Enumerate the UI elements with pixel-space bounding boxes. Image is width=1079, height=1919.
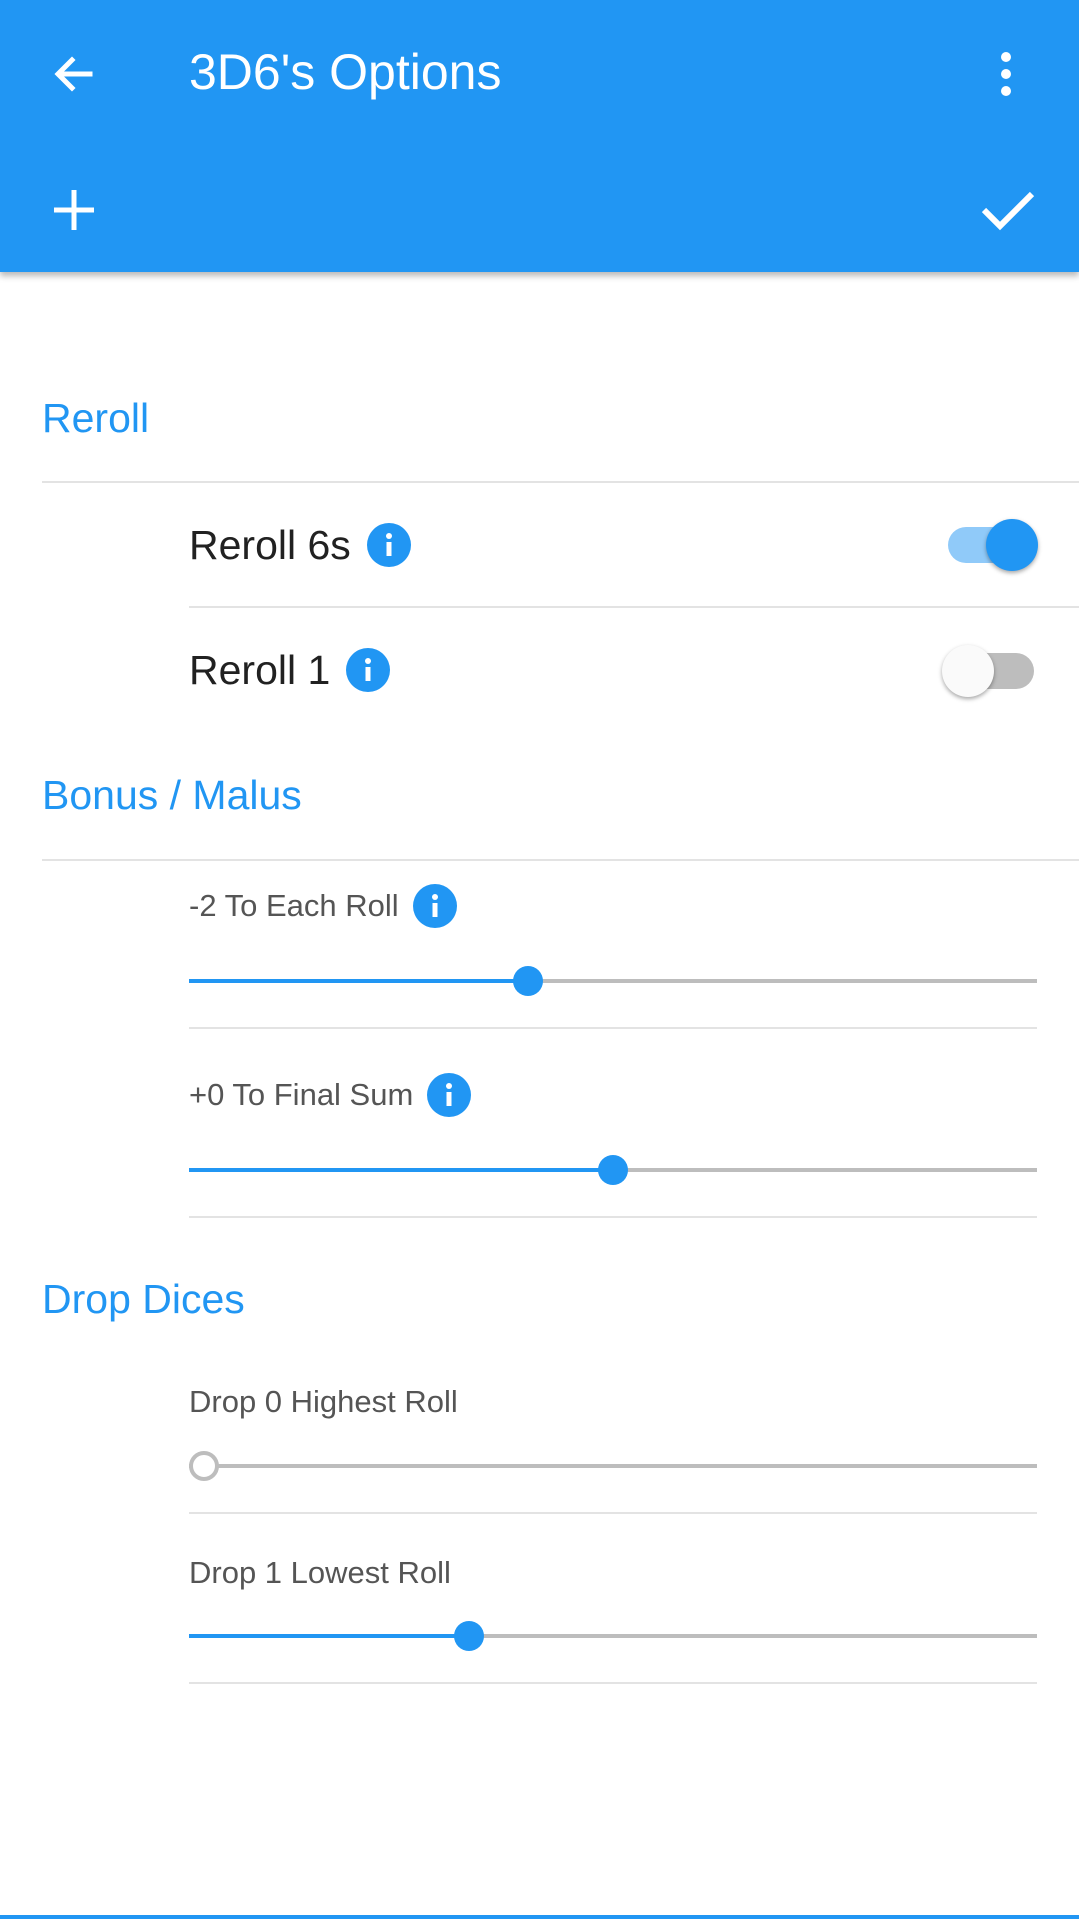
section-divider	[42, 859, 1079, 861]
row-divider	[189, 606, 1079, 608]
each-roll-modifier-slider[interactable]	[189, 961, 1037, 1001]
drop-highest-text: Drop 0 Highest Roll	[189, 1384, 458, 1419]
info-icon[interactable]	[412, 884, 457, 928]
app-bar: 3D6's Options	[0, 0, 1079, 272]
add-icon[interactable]	[40, 176, 108, 244]
info-icon[interactable]	[427, 1073, 472, 1117]
reroll-1-text: Reroll 1	[189, 647, 331, 693]
final-sum-modifier-slider[interactable]	[189, 1150, 1037, 1190]
slider-thumb[interactable]	[189, 1451, 219, 1481]
section-divider	[42, 481, 1079, 483]
reroll-6s-text: Reroll 6s	[189, 522, 351, 568]
slider-fill	[189, 1168, 613, 1172]
options-list: Reroll Reroll 6s Reroll 1 Bonus / Malus …	[0, 272, 1079, 1919]
slider-rail	[189, 1464, 1037, 1468]
info-icon[interactable]	[346, 648, 391, 692]
info-icon[interactable]	[366, 523, 411, 567]
drop-highest-slider[interactable]	[189, 1446, 1037, 1486]
reroll-6s-label: Reroll 6s	[189, 520, 411, 570]
slider-fill	[189, 1634, 469, 1638]
final-sum-modifier-text: +0 To Final Sum	[189, 1077, 414, 1112]
slider-thumb[interactable]	[513, 966, 543, 996]
drop-lowest-label: Drop 1 Lowest Roll	[189, 1553, 451, 1593]
drop-highest-label: Drop 0 Highest Roll	[189, 1382, 458, 1422]
row-divider	[189, 1512, 1037, 1514]
final-sum-modifier-label: +0 To Final Sum	[189, 1073, 472, 1117]
slider-fill	[189, 979, 528, 983]
reroll-6s-toggle[interactable]	[940, 517, 1040, 573]
toggle-knob	[942, 645, 994, 697]
row-divider	[189, 1682, 1037, 1684]
section-header-drop-dices: Drop Dices	[42, 1276, 245, 1322]
reroll-1-label: Reroll 1	[189, 645, 391, 695]
checkmark-icon[interactable]	[972, 176, 1044, 244]
section-header-reroll: Reroll	[42, 395, 150, 441]
drop-lowest-text: Drop 1 Lowest Roll	[189, 1555, 451, 1590]
slider-thumb[interactable]	[454, 1621, 484, 1651]
drop-lowest-slider[interactable]	[189, 1616, 1037, 1656]
bottom-edge-line	[0, 1915, 1079, 1919]
reroll-1-toggle[interactable]	[940, 643, 1040, 699]
back-arrow-icon[interactable]	[40, 40, 108, 108]
row-divider	[189, 1027, 1037, 1029]
more-vertical-icon[interactable]	[986, 40, 1026, 108]
row-divider	[189, 1216, 1037, 1218]
slider-thumb[interactable]	[598, 1155, 628, 1185]
each-roll-modifier-label: -2 To Each Roll	[189, 884, 457, 928]
section-header-bonus-malus: Bonus / Malus	[42, 772, 302, 818]
toggle-knob	[986, 519, 1038, 571]
each-roll-modifier-text: -2 To Each Roll	[189, 888, 399, 923]
page-title: 3D6's Options	[189, 44, 502, 100]
